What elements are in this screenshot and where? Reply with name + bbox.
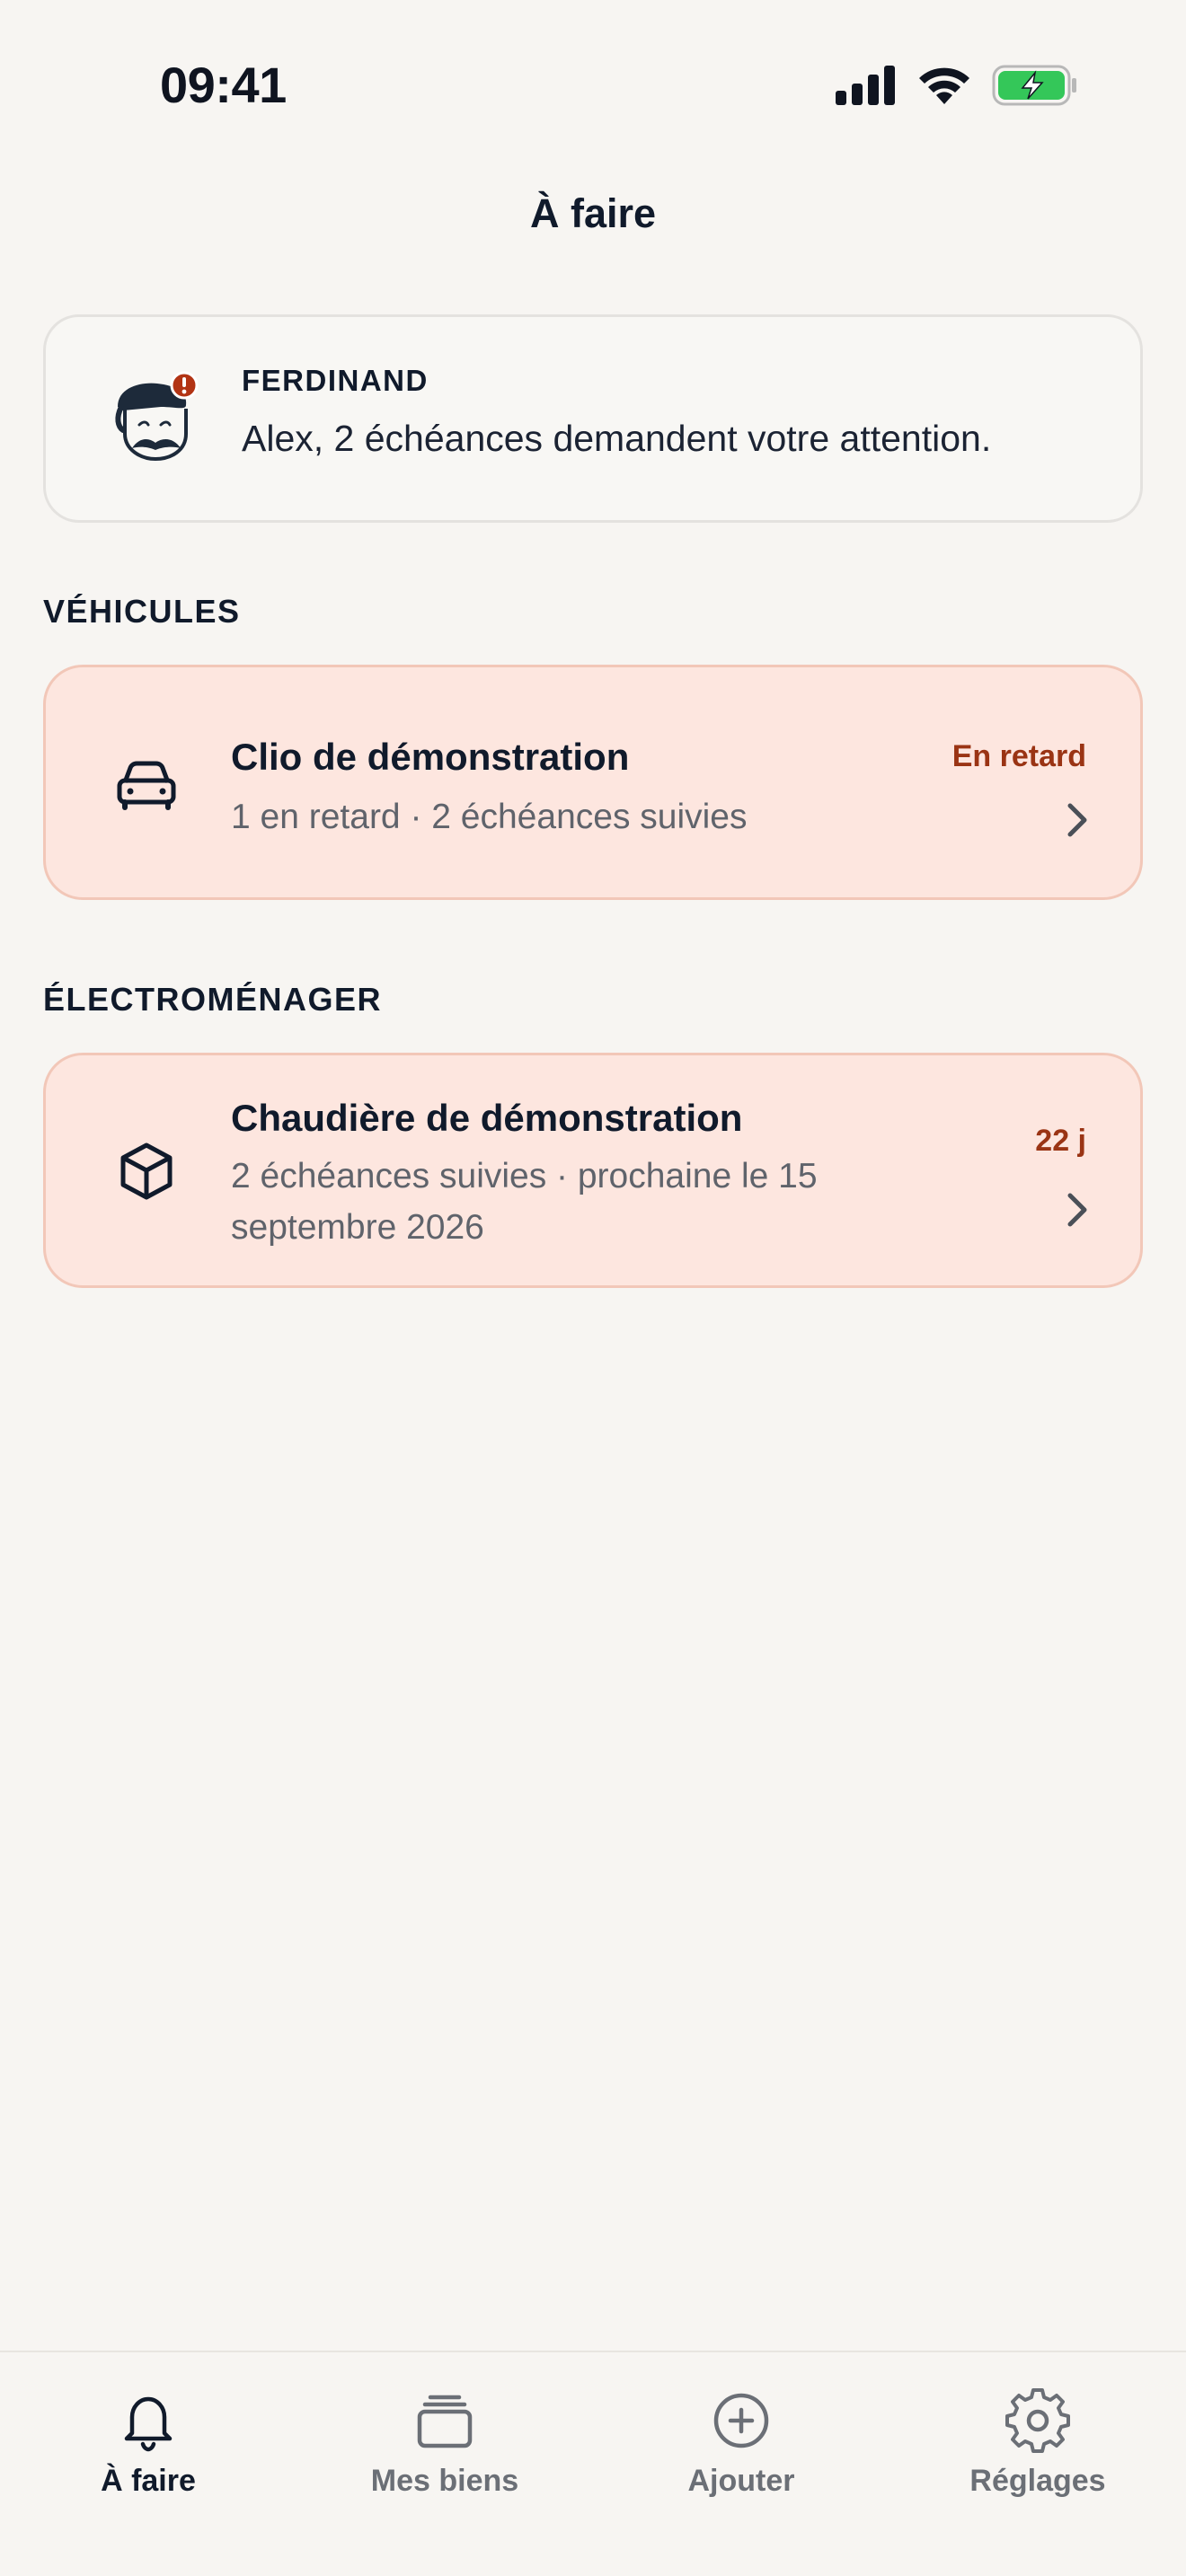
tab-bar: À faire Mes biens Ajouter Réglages [0,2351,1186,2576]
bell-icon [124,2396,173,2452]
item-subtitle: 1 en retard · 2 échéances suivies [231,798,748,836]
status-time: 09:41 [160,57,287,113]
section-label-appliances: ÉLECTROMÉNAGER [43,981,383,1018]
page-title: À faire [529,190,657,236]
wifi-icon [919,67,969,104]
status-bar: 09:41 [0,0,1186,162]
stack-icon [417,2395,473,2448]
gear-icon [1005,2388,1070,2453]
section-label-vehicles: VÉHICULES [43,593,241,630]
item-subtitle: 2 échéances suivies · prochaine le 15 se… [231,1157,818,1247]
tab-label: Réglages [969,2464,1106,2498]
assistant-avatar-icon [115,371,199,462]
tab-a-faire[interactable]: À faire [0,2370,296,2505]
tab-label: À faire [101,2464,196,2498]
assistant-message: Alex, 2 échéances demandent votre attent… [242,418,992,459]
assistant-card[interactable]: FERDINAND Alex, 2 échéances demandent vo… [43,314,1143,523]
battery-charging-icon [992,65,1076,106]
item-title: Chaudière de démonstration [231,1097,743,1139]
status-badge: En retard [951,739,1086,773]
countdown-badge: 22 j [1035,1124,1086,1158]
tab-reglages[interactable]: Réglages [890,2370,1186,2505]
tab-label: Mes biens [370,2464,519,2498]
status-icons [836,65,1078,106]
tab-mes-biens[interactable]: Mes biens [296,2370,593,2505]
item-card-appliance[interactable]: Chaudière de démonstration 2 échéances s… [43,1053,1143,1288]
plus-circle-icon [713,2393,769,2448]
chevron-right-icon [1067,1193,1087,1227]
tab-ajouter[interactable]: Ajouter [593,2370,890,2505]
chevron-right-icon [1067,803,1087,837]
cellular-signal-icon [836,66,895,105]
item-card-vehicle[interactable]: Clio de démonstration 1 en retard · 2 éc… [43,665,1143,900]
tab-label: Ajouter [687,2464,795,2498]
car-icon [117,761,176,810]
item-title: Clio de démonstration [231,736,630,778]
box-icon [120,1142,173,1200]
assistant-name: FERDINAND [242,364,429,397]
